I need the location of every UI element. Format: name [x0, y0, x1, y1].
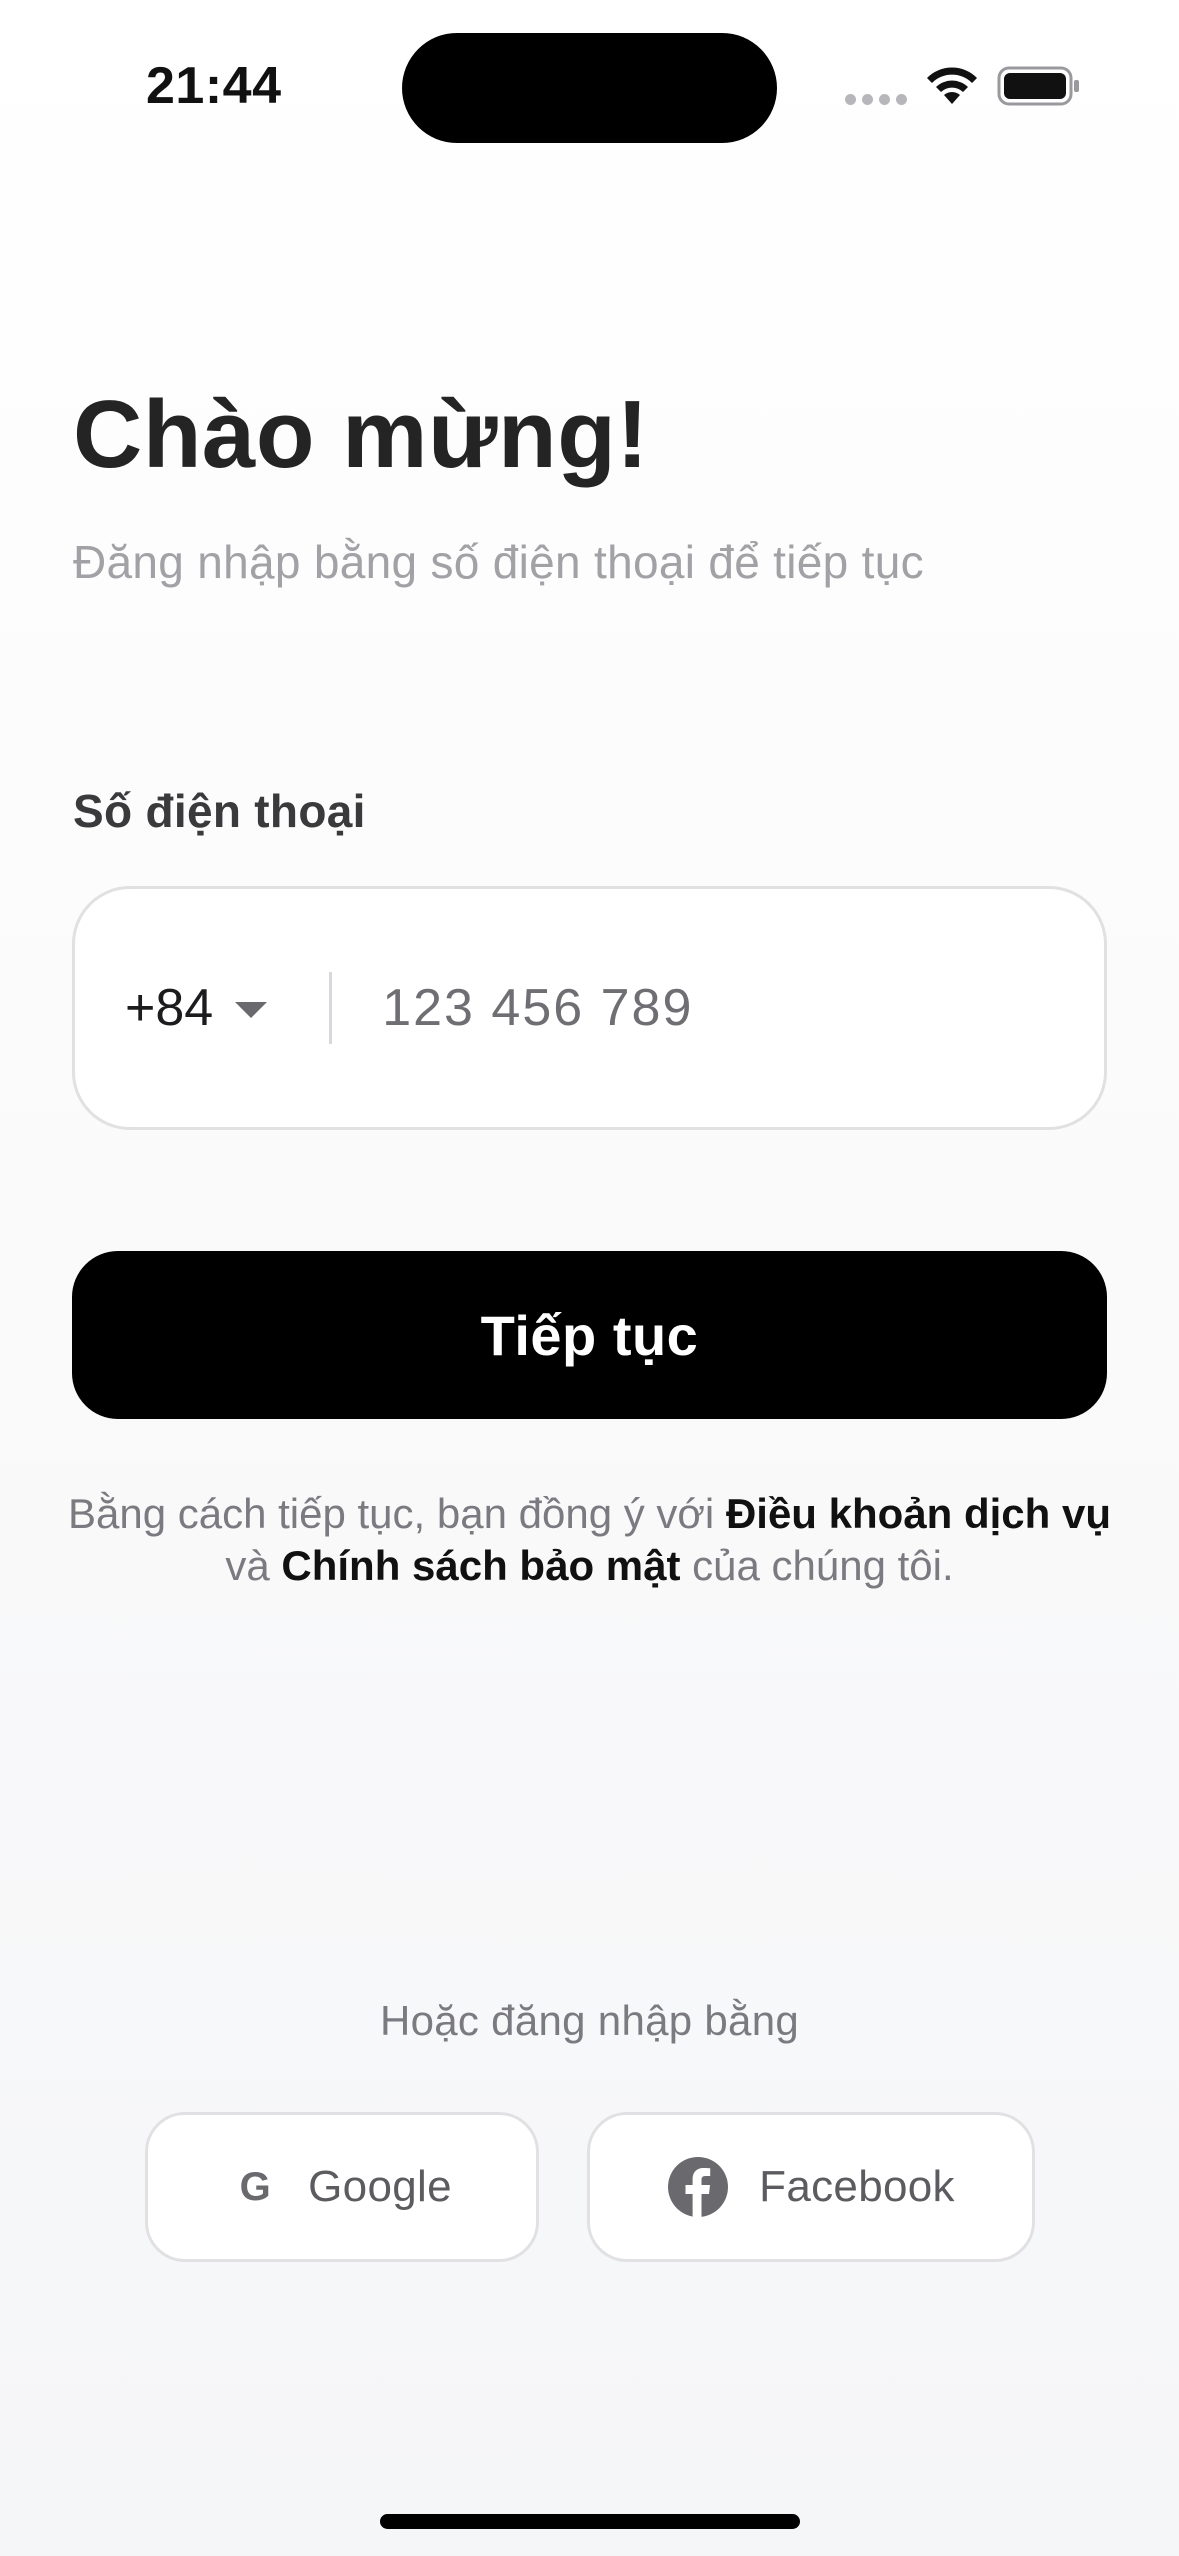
- facebook-login-button[interactable]: Facebook: [587, 2112, 1035, 2262]
- social-divider-text: Hoặc đăng nhập bằng: [379, 1997, 800, 2044]
- privacy-policy-link[interactable]: Chính sách bảo mật: [281, 1542, 680, 1589]
- status-time: 21:44: [146, 57, 282, 115]
- google-label: Google: [308, 2162, 452, 2211]
- phone-number-input[interactable]: [382, 978, 983, 1038]
- country-code-selector[interactable]: +84: [125, 889, 268, 1127]
- facebook-label: Facebook: [759, 2162, 955, 2211]
- wifi-icon: [927, 67, 977, 104]
- login-screen: 21:44 Chào mừng! Đăng nhập bằng số điện …: [0, 0, 1179, 2556]
- terms-text: Bằng cách tiếp tục, bạn đồng ý với Điều …: [60, 1488, 1119, 1592]
- facebook-icon: [668, 2157, 729, 2218]
- page-subtitle: Đăng nhập bằng số điện thoại để tiếp tục: [73, 536, 924, 588]
- google-login-button[interactable]: G Google: [145, 2112, 539, 2262]
- chevron-down-icon: [235, 1002, 268, 1018]
- terms-of-service-link[interactable]: Điều khoản dịch vụ: [726, 1490, 1111, 1537]
- home-indicator: [380, 2514, 800, 2529]
- country-code-value: +84: [125, 979, 214, 1037]
- terms-suffix: của chúng tôi.: [680, 1542, 954, 1589]
- dynamic-island: [402, 33, 777, 143]
- continue-button[interactable]: Tiếp tục: [72, 1251, 1107, 1419]
- input-divider: [329, 972, 333, 1044]
- page-title: Chào mừng!: [73, 381, 649, 488]
- terms-middle: và: [225, 1542, 282, 1589]
- battery-icon: [997, 66, 1079, 106]
- cellular-signal-icon: [845, 94, 907, 105]
- phone-input-box: +84: [72, 886, 1107, 1130]
- phone-field-label: Số điện thoại: [73, 785, 366, 837]
- terms-prefix: Bằng cách tiếp tục, bạn đồng ý với: [67, 1490, 726, 1537]
- google-icon: G: [239, 2164, 271, 2209]
